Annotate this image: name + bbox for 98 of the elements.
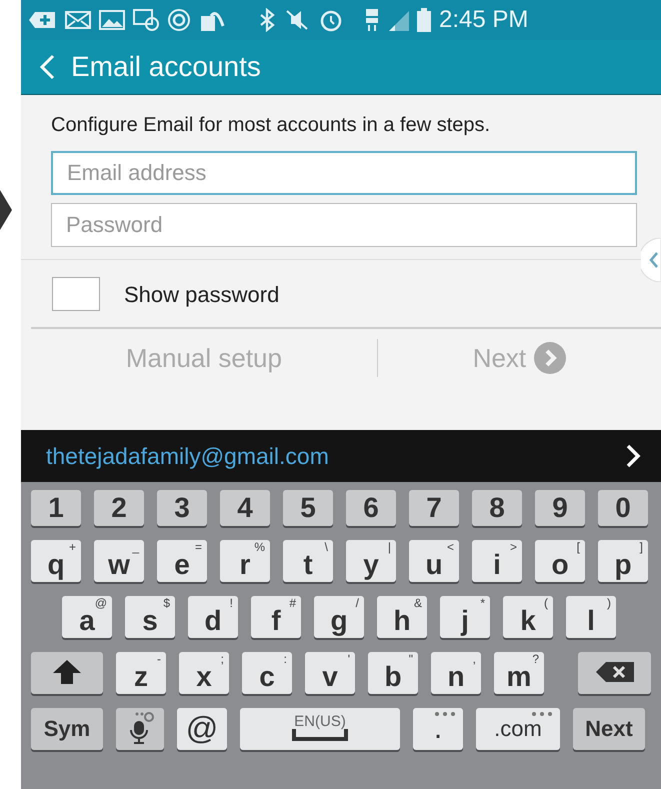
backspace-icon — [596, 662, 634, 682]
key[interactable]: z - — [116, 652, 166, 694]
key-hint: ] — [640, 541, 643, 553]
key[interactable]: x ; — [179, 652, 229, 694]
key-hint: = — [194, 541, 202, 553]
show-password-checkbox[interactable] — [52, 277, 100, 311]
key[interactable]: b " — [368, 652, 418, 694]
key[interactable]: j * — [440, 596, 490, 638]
key[interactable]: k ( — [503, 596, 553, 638]
key-hint: [ — [576, 541, 580, 553]
image-icon — [99, 10, 125, 30]
voice-input-key[interactable] — [116, 708, 164, 750]
edge-panel-handle-icon[interactable] — [641, 238, 661, 282]
period-key[interactable]: . — [413, 708, 463, 750]
key[interactable]: w _ — [94, 540, 144, 582]
key[interactable]: a @ — [62, 596, 112, 638]
key[interactable]: f # — [251, 596, 301, 638]
space-bar-icon — [292, 729, 348, 741]
screen-title: Email accounts — [71, 50, 261, 84]
email-image-icon — [133, 9, 159, 31]
dotcom-key[interactable]: .com — [476, 708, 560, 750]
key-hint: # — [289, 597, 296, 609]
key[interactable]: y | — [346, 540, 396, 582]
key-hint: * — [480, 597, 485, 609]
signal-icon — [387, 9, 409, 31]
key-hint: : — [284, 653, 287, 665]
key-hint: , — [472, 653, 476, 665]
key-hint: / — [356, 597, 359, 609]
space-key[interactable]: EN(US) — [240, 708, 400, 750]
key[interactable]: s $ — [125, 596, 175, 638]
shift-icon — [53, 660, 81, 684]
network-type-icon — [365, 8, 379, 32]
key-hint: ? — [532, 653, 539, 665]
more-dots-icon — [532, 712, 552, 716]
key[interactable]: q + — [31, 540, 81, 582]
key[interactable]: g / — [314, 596, 364, 638]
key[interactable]: h & — [377, 596, 427, 638]
circle-badge-icon — [167, 8, 191, 32]
more-dots-icon — [435, 712, 455, 716]
email-field[interactable]: Email address — [51, 151, 637, 195]
key-hint: ! — [230, 597, 233, 609]
key[interactable]: e = — [157, 540, 207, 582]
key[interactable]: @ — [177, 708, 227, 750]
key[interactable]: l ) — [566, 596, 616, 638]
key[interactable]: 3 — [157, 490, 207, 526]
key-hint: < — [446, 541, 454, 553]
key[interactable]: p ] — [598, 540, 648, 582]
mail-icon — [65, 11, 91, 29]
key[interactable]: t \ — [283, 540, 333, 582]
symbols-key[interactable]: Sym — [31, 708, 103, 750]
key-hint: @ — [94, 597, 107, 609]
clock-time: 2:45 PM — [439, 5, 528, 35]
battery-icon — [417, 8, 431, 32]
key[interactable]: 7 — [409, 490, 459, 526]
key-hint: _ — [132, 541, 139, 553]
key-hint: | — [388, 541, 391, 553]
key[interactable]: r % — [220, 540, 270, 582]
key[interactable]: u < — [409, 540, 459, 582]
key[interactable]: i > — [472, 540, 522, 582]
pointer-arrow-icon — [0, 190, 12, 230]
intro-text: Configure Email for most accounts in a few steps. — [50, 113, 492, 137]
key[interactable]: v ' — [305, 652, 355, 694]
key-hint: ( — [544, 597, 548, 609]
plus-notification-icon — [29, 10, 57, 30]
key-hint: ) — [607, 597, 611, 609]
key[interactable]: 6 — [346, 490, 396, 526]
key[interactable]: c : — [242, 652, 292, 694]
key-hint: $ — [163, 597, 170, 609]
key[interactable]: 5 — [283, 490, 333, 526]
chevron-right-icon[interactable] — [625, 444, 641, 468]
key[interactable]: d ! — [188, 596, 238, 638]
alarm-icon — [319, 8, 343, 32]
key-hint: ; — [220, 653, 224, 665]
key-hint: \ — [324, 541, 328, 553]
key[interactable]: o [ — [535, 540, 585, 582]
key[interactable]: 4 — [220, 490, 270, 526]
arrow-circle-icon — [534, 342, 566, 374]
key[interactable]: 2 — [94, 490, 144, 526]
key[interactable]: 1 — [31, 490, 81, 526]
key-hint: & — [414, 597, 422, 609]
show-password-label: Show password — [124, 280, 280, 309]
bluetooth-icon — [259, 8, 275, 32]
key[interactable]: 0 — [598, 490, 648, 526]
key[interactable]: 8 — [472, 490, 522, 526]
key-hint: ' — [348, 653, 350, 665]
key-hint: " — [408, 653, 413, 665]
key-hint: + — [68, 541, 76, 553]
key-hint: - — [157, 653, 161, 665]
back-icon[interactable] — [39, 54, 55, 80]
key[interactable]: n , — [431, 652, 481, 694]
key[interactable]: 9 — [535, 490, 585, 526]
next-key[interactable]: Next — [573, 708, 645, 750]
key-hint: % — [254, 541, 265, 553]
key[interactable]: m ? — [494, 652, 544, 694]
shift-key[interactable] — [31, 652, 103, 694]
password-field[interactable]: Password — [51, 203, 637, 247]
key-hint: > — [510, 541, 517, 553]
backspace-key[interactable] — [578, 652, 651, 694]
